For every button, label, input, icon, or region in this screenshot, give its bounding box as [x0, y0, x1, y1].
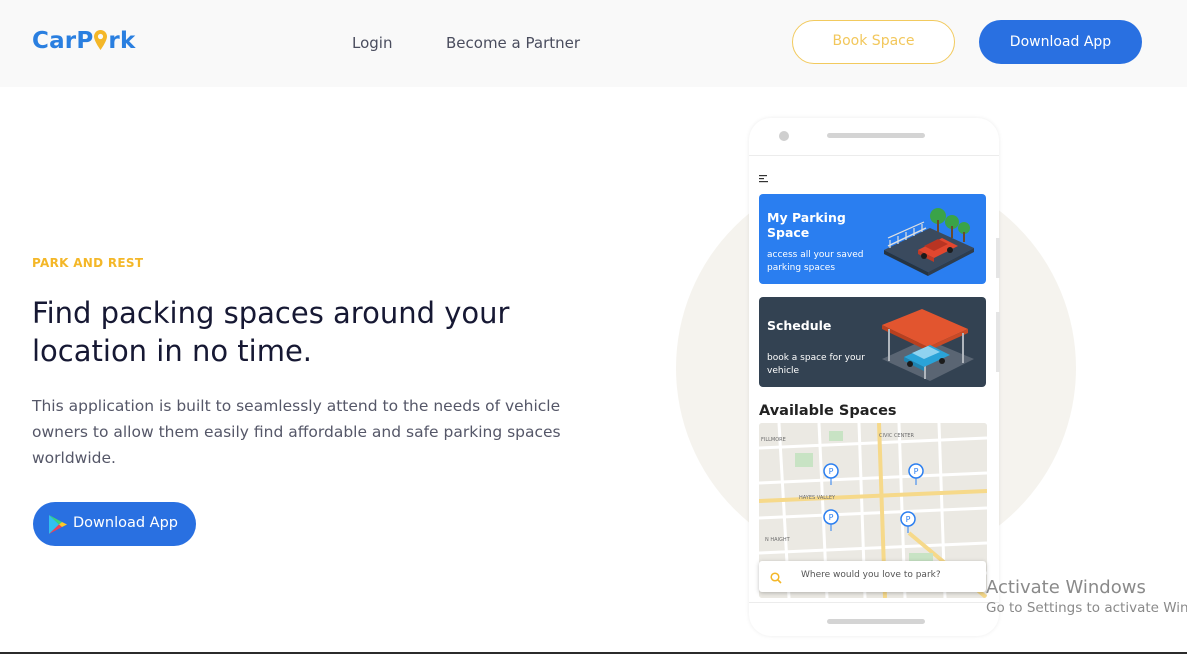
- card-subtitle: access all your saved parking spaces: [767, 250, 864, 273]
- svg-text:P: P: [829, 467, 834, 476]
- svg-text:P: P: [906, 515, 911, 524]
- phone-scrollbar[interactable]: [996, 238, 1000, 278]
- phone-top-bar: [749, 118, 999, 156]
- hero-description: This application is built to seamlessly …: [32, 397, 561, 467]
- download-app-label: Download App: [73, 515, 179, 531]
- svg-text:P: P: [829, 513, 834, 522]
- schedule-card[interactable]: Schedule book a space for your vehicle: [759, 297, 986, 387]
- parked-car-illustration-icon: [878, 198, 978, 284]
- search-placeholder: Where would you love to park?: [801, 570, 941, 580]
- card-title: Schedule: [767, 318, 832, 333]
- covered-parking-illustration-icon: [878, 301, 978, 387]
- windows-activation-watermark: Activate Windows Go to Settings to activ…: [986, 577, 1187, 616]
- phone-bottom-bar: [749, 602, 999, 636]
- card-subtitle: book a space for your vehicle: [767, 353, 865, 376]
- home-indicator: [827, 619, 925, 624]
- map-label-fillmore: FILLMORE: [761, 437, 786, 443]
- hamburger-menu-icon[interactable]: [759, 168, 769, 187]
- map-label-n-haight: N HAIGHT: [765, 537, 791, 543]
- logo-text-left: CarP: [32, 28, 94, 54]
- location-pin-icon: [94, 30, 108, 50]
- google-play-icon: [48, 514, 68, 539]
- card-title: My Parking Space: [767, 210, 846, 240]
- download-app-button-hero[interactable]: Download App: [33, 502, 196, 546]
- search-icon: [770, 569, 782, 588]
- hero-eyebrow: PARK AND REST: [32, 256, 144, 270]
- navbar: CarP rk Login Become a Partner Book Spac…: [0, 0, 1187, 87]
- book-space-button[interactable]: Book Space: [792, 20, 955, 64]
- nav-login-link[interactable]: Login: [352, 34, 392, 52]
- logo-text-right: rk: [108, 28, 136, 54]
- download-app-button-nav[interactable]: Download App: [979, 20, 1142, 64]
- watermark-title: Activate Windows: [986, 577, 1146, 598]
- available-spaces-heading: Available Spaces: [759, 403, 897, 419]
- map-label-hayes-valley: HAYES VALLEY: [799, 495, 836, 501]
- watermark-subtitle: Go to Settings to activate Windows.: [986, 600, 1187, 616]
- camera-icon: [779, 131, 789, 141]
- speaker-grille: [827, 133, 925, 138]
- nav-partner-link[interactable]: Become a Partner: [446, 34, 580, 52]
- phone-scrollbar-lower[interactable]: [996, 312, 1000, 372]
- map-label-civic-center: CIVIC CENTER: [879, 433, 915, 439]
- hero-headline: Find packing spaces around your location…: [32, 296, 510, 368]
- phone-mockup: My Parking Space access all your saved p…: [749, 118, 999, 636]
- my-parking-space-card[interactable]: My Parking Space access all your saved p…: [759, 194, 986, 284]
- park-search-input[interactable]: Where would you love to park?: [759, 561, 986, 592]
- svg-text:P: P: [914, 467, 919, 476]
- logo[interactable]: CarP rk: [32, 28, 135, 54]
